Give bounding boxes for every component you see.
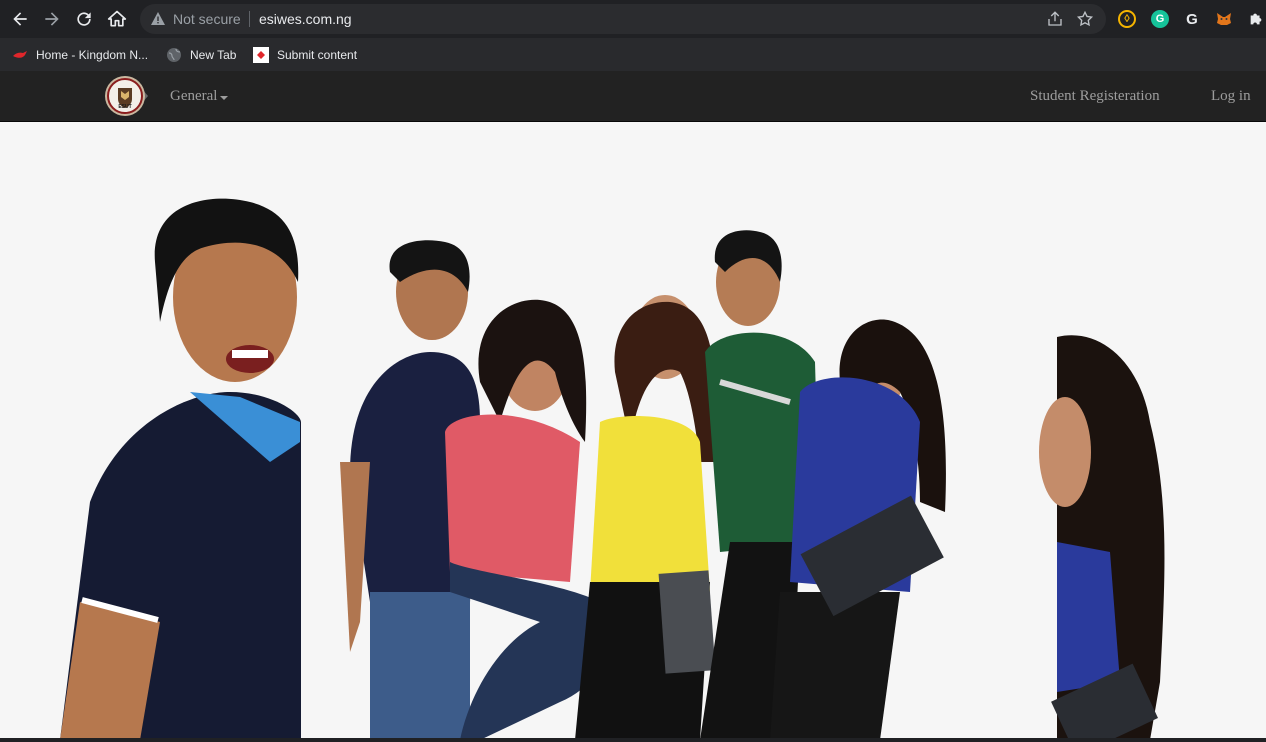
google-icon[interactable]: G [1183, 10, 1201, 28]
url-text[interactable]: esiwes.com.ng [259, 11, 352, 27]
home-button[interactable] [105, 7, 129, 31]
puzzle-icon[interactable] [1247, 10, 1265, 28]
logo-text: ESUT [118, 104, 131, 110]
bookmark-label: Submit content [277, 48, 358, 62]
arrow-left-icon [13, 12, 27, 26]
divider [249, 11, 250, 27]
caret-down-icon [220, 95, 229, 100]
nav-student-registration[interactable]: Student Registeration [1030, 88, 1160, 105]
security-label[interactable]: Not secure [173, 11, 241, 27]
bookmark-new-tab[interactable]: New Tab [166, 44, 236, 66]
star-icon[interactable] [1076, 10, 1094, 28]
home-icon [107, 10, 127, 27]
window-bottom-edge [0, 738, 1266, 742]
browser-toolbar: Not secure esiwes.com.ng ◊ G G [0, 0, 1266, 38]
address-bar[interactable]: Not secure esiwes.com.ng [140, 4, 1106, 34]
bookmark-home-kingdom[interactable]: Home - Kingdom N... [12, 44, 148, 66]
left-slice-person [0, 122, 301, 740]
site-logo[interactable]: ESUT [104, 75, 148, 117]
coin-extension-icon[interactable]: ◊ [1118, 10, 1136, 28]
nav-general-label: General [170, 88, 218, 104]
bird-icon [12, 47, 28, 63]
reload-button[interactable] [72, 7, 96, 31]
nav-login[interactable]: Log in [1211, 88, 1251, 105]
share-icon[interactable] [1046, 10, 1064, 28]
arrow-right-icon [45, 12, 59, 26]
bookmark-label: New Tab [190, 48, 237, 62]
nav-general-dropdown[interactable]: General [170, 88, 229, 105]
bookmarks-bar: Home - Kingdom N... New Tab Submit conte… [0, 38, 1266, 71]
submit-icon [253, 47, 269, 63]
right-slice-person [1039, 122, 1266, 740]
metamask-icon[interactable] [1215, 10, 1233, 28]
forward-button[interactable] [40, 7, 64, 31]
reload-icon [77, 12, 91, 26]
site-navbar: ESUT General Student Registeration Log i… [0, 71, 1266, 122]
globe-icon [166, 47, 182, 63]
students-photo [0, 122, 1266, 740]
bookmark-submit-content[interactable]: Submit content [253, 44, 357, 66]
grammarly-icon[interactable]: G [1151, 10, 1169, 28]
warning-icon[interactable] [150, 11, 166, 27]
hero-image [0, 122, 1266, 740]
bookmark-label: Home - Kingdom N... [36, 48, 149, 62]
back-button[interactable] [8, 7, 32, 31]
